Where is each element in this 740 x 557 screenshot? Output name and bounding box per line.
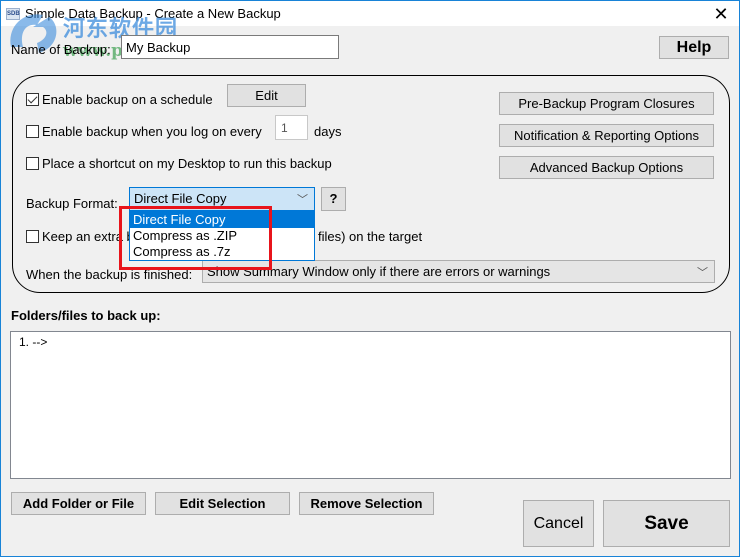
keep-extra-checkbox[interactable]: [26, 230, 39, 243]
format-option-zip[interactable]: Compress as .ZIP: [130, 228, 314, 244]
cancel-button[interactable]: Cancel: [523, 500, 594, 547]
backup-format-value: Direct File Copy: [134, 191, 227, 206]
help-button[interactable]: Help: [659, 36, 729, 59]
when-finished-label: When the backup is finished:: [26, 267, 193, 282]
app-window: SDB Simple Data Backup - Create a New Ba…: [0, 0, 740, 557]
days-label: days: [314, 124, 342, 139]
title-bar: SDB Simple Data Backup - Create a New Ba…: [1, 1, 739, 26]
save-button[interactable]: Save: [603, 500, 730, 547]
desktop-shortcut-row[interactable]: Place a shortcut on my Desktop to run th…: [26, 156, 332, 171]
window-title: Simple Data Backup - Create a New Backup: [25, 6, 281, 21]
keep-extra-label-end: files) on the target: [318, 229, 423, 244]
advanced-options-button[interactable]: Advanced Backup Options: [499, 156, 714, 179]
desktop-shortcut-checkbox[interactable]: [26, 157, 39, 170]
format-option-direct-copy[interactable]: Direct File Copy: [130, 212, 314, 228]
chevron-down-icon: ﹀: [697, 267, 708, 279]
keep-extra-label-start: Keep an extra b: [42, 229, 134, 244]
backup-name-label: Name of Backup:: [11, 42, 111, 57]
desktop-shortcut-label: Place a shortcut on my Desktop to run th…: [42, 156, 332, 171]
edit-selection-button[interactable]: Edit Selection: [155, 492, 290, 515]
backup-format-select[interactable]: Direct File Copy ﹀: [129, 187, 315, 211]
enable-schedule-label: Enable backup on a schedule: [42, 92, 213, 107]
enable-schedule-checkbox[interactable]: [26, 93, 39, 106]
enable-logon-row[interactable]: Enable backup when you log on every: [26, 124, 262, 139]
backup-format-dropdown: Direct File Copy Compress as .ZIP Compre…: [129, 211, 315, 261]
logon-days-input[interactable]: [275, 115, 308, 140]
pre-backup-closures-button[interactable]: Pre-Backup Program Closures: [499, 92, 714, 115]
enable-schedule-row[interactable]: Enable backup on a schedule: [26, 92, 213, 107]
format-option-7z[interactable]: Compress as .7z: [130, 244, 314, 260]
list-item[interactable]: 1. -->: [19, 335, 47, 349]
format-help-button[interactable]: ?: [321, 187, 346, 211]
edit-schedule-button[interactable]: Edit: [227, 84, 306, 107]
enable-logon-checkbox[interactable]: [26, 125, 39, 138]
when-finished-value: Show Summary Window only if there are er…: [207, 264, 551, 279]
app-icon: SDB: [6, 8, 20, 20]
add-folder-button[interactable]: Add Folder or File: [11, 492, 146, 515]
notification-options-button[interactable]: Notification & Reporting Options: [499, 124, 714, 147]
enable-logon-label: Enable backup when you log on every: [42, 124, 262, 139]
backup-format-label: Backup Format:: [26, 196, 118, 211]
folders-list[interactable]: 1. -->: [10, 331, 731, 479]
remove-selection-button[interactable]: Remove Selection: [299, 492, 434, 515]
backup-name-input[interactable]: [121, 35, 339, 59]
close-icon[interactable]: ✕: [711, 4, 731, 24]
when-finished-select[interactable]: Show Summary Window only if there are er…: [202, 260, 715, 283]
keep-extra-row[interactable]: Keep an extra b: [26, 229, 134, 244]
folders-label: Folders/files to back up:: [11, 308, 161, 323]
chevron-down-icon: ﹀: [297, 194, 308, 206]
